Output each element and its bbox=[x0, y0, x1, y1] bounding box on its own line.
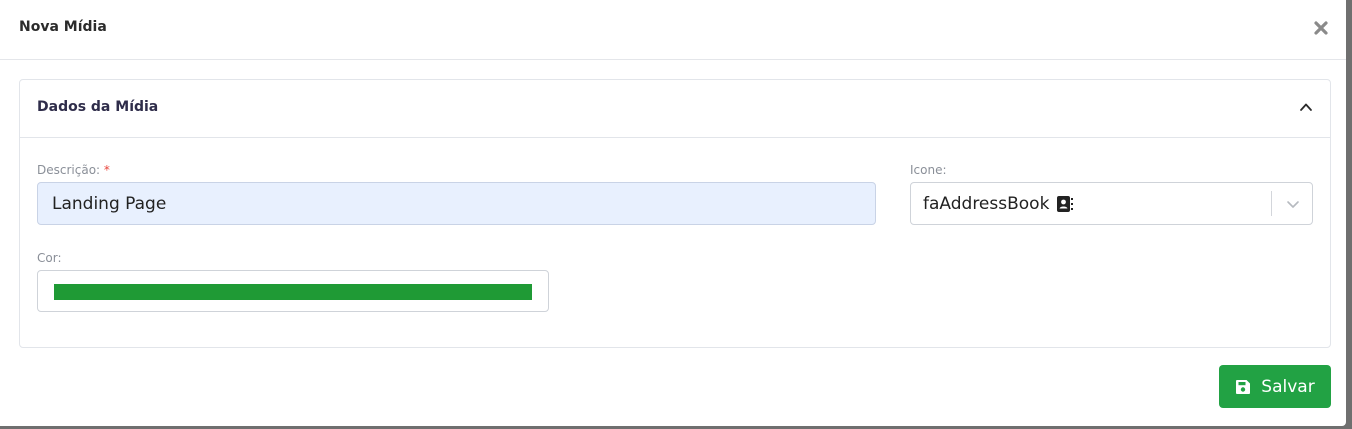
modal-header: Nova Mídia bbox=[0, 0, 1346, 60]
card-header-toggle[interactable]: Dados da Mídia bbox=[20, 80, 1330, 138]
address-book-icon bbox=[1057, 196, 1074, 212]
save-button[interactable]: Salvar bbox=[1219, 365, 1331, 408]
modal-dialog: Nova Mídia Dados da Mídia Descrição: * I… bbox=[0, 0, 1346, 426]
cor-label: Cor: bbox=[37, 251, 62, 265]
card-title: Dados da Mídia bbox=[37, 99, 159, 115]
cor-color-picker[interactable] bbox=[37, 270, 549, 312]
icone-label: Icone: bbox=[910, 163, 947, 177]
descricao-label: Descrição: * bbox=[37, 163, 110, 177]
color-swatch bbox=[54, 284, 532, 300]
modal-title: Nova Mídia bbox=[19, 19, 107, 35]
chevron-up-icon[interactable] bbox=[1299, 100, 1313, 114]
close-button[interactable] bbox=[1310, 16, 1332, 40]
save-label: Salvar bbox=[1261, 376, 1315, 397]
descricao-label-text: Descrição: bbox=[37, 163, 101, 177]
descricao-input[interactable] bbox=[37, 182, 876, 225]
select-separator bbox=[1271, 191, 1272, 216]
required-mark: * bbox=[103, 163, 110, 177]
icone-selected: faAddressBook bbox=[923, 194, 1074, 214]
close-icon bbox=[1314, 21, 1328, 35]
chevron-down-icon[interactable] bbox=[1286, 197, 1300, 211]
icone-selected-value: faAddressBook bbox=[923, 194, 1050, 214]
icone-select[interactable]: faAddressBook bbox=[910, 182, 1313, 225]
floppy-disk-icon bbox=[1236, 379, 1251, 394]
media-data-card: Dados da Mídia Descrição: * Icone: faAdd… bbox=[19, 79, 1331, 348]
